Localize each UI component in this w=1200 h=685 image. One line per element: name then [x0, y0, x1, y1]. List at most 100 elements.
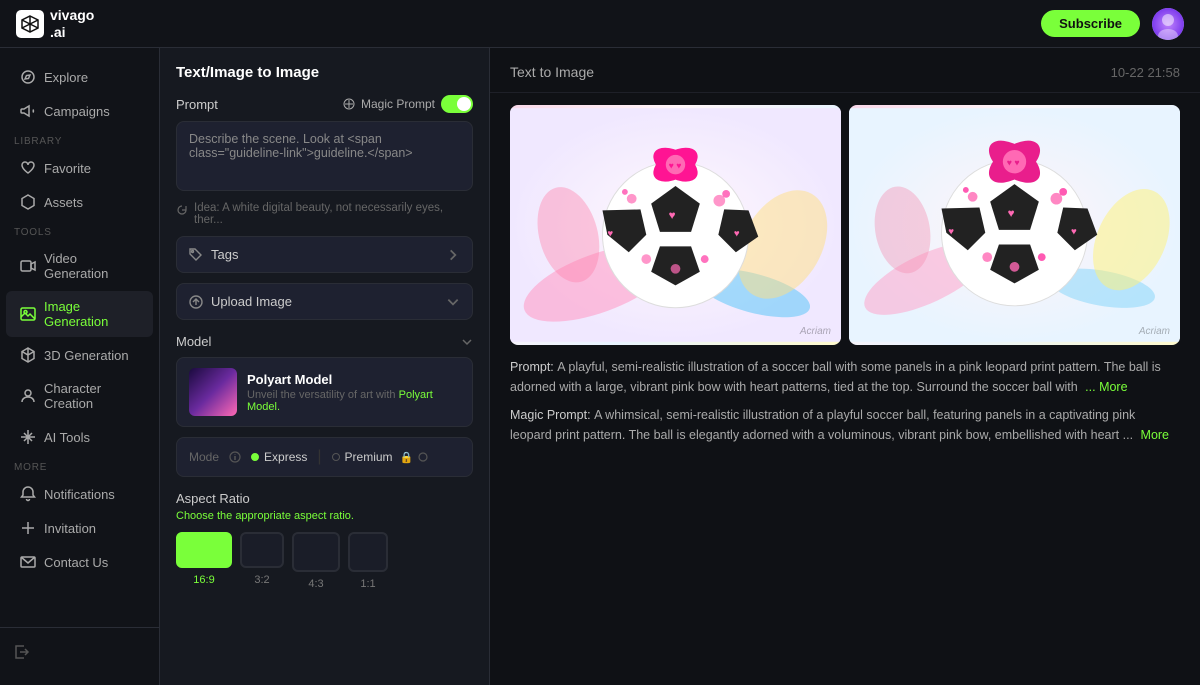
aspect-section: Aspect Ratio Choose the appropriate aspe…	[176, 491, 473, 590]
aspect-16-9[interactable]: 16:9	[176, 532, 232, 590]
topbar-right: Subscribe	[1041, 8, 1184, 40]
aspect-label-3-2: 3:2	[254, 574, 269, 586]
center-panel: Text/Image to Image Prompt Magic Prompt …	[160, 48, 490, 685]
sidebar-item-video-gen[interactable]: Video Generation	[6, 243, 153, 289]
right-panel: Text to Image 10-22 21:58	[490, 48, 1200, 685]
aspect-3-2[interactable]: 3:2	[240, 532, 284, 590]
sidebar-item-image-gen[interactable]: Image Generation	[6, 291, 153, 337]
premium-mode[interactable]: Premium 🔒	[332, 450, 429, 464]
sidebar-item-notifications[interactable]: Notifications	[6, 478, 153, 510]
express-mode[interactable]: Express	[251, 450, 307, 464]
model-art	[189, 368, 237, 416]
sidebar-label-contact: Contact Us	[44, 555, 108, 570]
soccer-ball-image-2: ♥ ♥ ♥ ♥ ♥	[849, 105, 1180, 345]
aspect-4-3[interactable]: 4:3	[292, 532, 340, 590]
topbar: vivago.ai Subscribe	[0, 0, 1200, 48]
idea-row: Idea: A white digital beauty, not necess…	[176, 202, 473, 226]
magic-more-link[interactable]: More	[1141, 428, 1169, 442]
avatar[interactable]	[1152, 8, 1184, 40]
model-thumbnail	[189, 368, 237, 416]
tags-label: Tags	[211, 247, 238, 262]
megaphone-icon	[20, 103, 36, 119]
sidebar-item-invitation[interactable]: Invitation	[6, 512, 153, 544]
aspect-box-3-2	[240, 532, 284, 568]
generated-image-2[interactable]: ♥ ♥ ♥ ♥ ♥ Acriam	[849, 105, 1180, 345]
magic-icon	[343, 98, 355, 110]
aspect-label-4-3: 4:3	[308, 578, 323, 590]
sparkle-icon	[20, 429, 36, 445]
user-icon	[20, 388, 36, 404]
model-info: Polyart Model Unveil the versatility of …	[247, 372, 460, 413]
svg-text:♥: ♥	[734, 229, 740, 240]
upload-image-button[interactable]: Upload Image	[176, 283, 473, 320]
chevron-down-icon	[446, 295, 460, 309]
sidebar-item-char-create[interactable]: Character Creation	[6, 373, 153, 419]
aspect-box-4-3	[292, 532, 340, 572]
prompt-description: Prompt: A playful, semi-realistic illust…	[510, 357, 1180, 397]
express-dot	[251, 453, 259, 461]
aspect-label-1-1: 1:1	[360, 578, 375, 590]
prompt-more-link[interactable]: ... More	[1085, 380, 1127, 394]
images-grid: ♥ ♥ ♥ ♥ ♥ Acriam	[490, 93, 1200, 357]
model-section: Model Polyart Model Unveil the versatili…	[176, 334, 473, 477]
sidebar-item-contact[interactable]: Contact Us	[6, 546, 153, 578]
magic-prompt-switch[interactable]	[441, 95, 473, 113]
tag-icon	[189, 248, 203, 262]
more-section-label: MORE	[0, 454, 159, 477]
prompt-text-section: Prompt: A playful, semi-realistic illust…	[490, 357, 1200, 461]
sidebar-label-assets: Assets	[44, 195, 83, 210]
magic-prompt-description: Magic Prompt: A whimsical, semi-realisti…	[510, 405, 1180, 445]
model-card[interactable]: Polyart Model Unveil the versatility of …	[176, 357, 473, 427]
mode-label: Mode	[189, 450, 219, 464]
aspect-title: Aspect Ratio	[176, 491, 473, 506]
heart-icon	[20, 160, 36, 176]
svg-text:♥: ♥	[1071, 227, 1077, 238]
model-name: Polyart Model	[247, 372, 460, 387]
sidebar-item-favorite[interactable]: Favorite	[6, 152, 153, 184]
aspect-grid: 16:9 3:2 4:3 1:1	[176, 532, 473, 590]
model-description: Unveil the versatility of art with Polya…	[247, 389, 460, 413]
tools-section-label: TOOLS	[0, 219, 159, 242]
svg-text:♥ ♥: ♥ ♥	[669, 161, 682, 171]
aspect-1-1[interactable]: 1:1	[348, 532, 388, 590]
prompt-textarea[interactable]: Describe the scene. Look at <span class=…	[176, 121, 473, 191]
model-section-title: Model	[176, 334, 211, 349]
sidebar-item-assets[interactable]: Assets	[6, 186, 153, 218]
sidebar-item-explore[interactable]: Explore	[6, 61, 153, 93]
subscribe-button[interactable]: Subscribe	[1041, 10, 1140, 37]
aspect-box-1-1	[348, 532, 388, 572]
upload-btn-left: Upload Image	[189, 294, 292, 309]
svg-text:♥ ♥: ♥ ♥	[1007, 158, 1020, 168]
logo-icon	[16, 10, 44, 38]
magic-prompt-toggle[interactable]: Magic Prompt	[343, 95, 473, 113]
sidebar-bottom	[0, 627, 159, 673]
logo: vivago.ai	[16, 7, 94, 41]
premium-dot	[332, 453, 340, 461]
tags-button[interactable]: Tags	[176, 236, 473, 273]
express-label: Express	[264, 450, 307, 464]
aspect-subtitle: Choose the appropriate aspect ratio.	[176, 510, 473, 522]
right-panel-header: Text to Image 10-22 21:58	[490, 48, 1200, 93]
model-desc-text: Unveil the versatility of art with	[247, 389, 399, 401]
sidebar-label-char-create: Character Creation	[44, 381, 139, 411]
compass-icon	[20, 69, 36, 85]
svg-text:♥: ♥	[669, 209, 676, 222]
model-chevron-icon	[461, 336, 473, 348]
prompt-prefix: Prompt:	[510, 360, 557, 374]
sidebar-item-ai-tools[interactable]: AI Tools	[6, 421, 153, 453]
collapse-button[interactable]	[0, 636, 159, 673]
aspect-label-16-9: 16:9	[193, 574, 214, 586]
generated-image-1[interactable]: ♥ ♥ ♥ ♥ ♥ Acriam	[510, 105, 841, 345]
prompt-header: Prompt Magic Prompt	[176, 95, 473, 113]
sidebar-item-campaigns[interactable]: Campaigns	[6, 95, 153, 127]
sidebar-label-image-gen: Image Generation	[44, 299, 139, 329]
magic-prefix: Magic Prompt:	[510, 408, 594, 422]
sidebar-label-ai-tools: AI Tools	[44, 430, 90, 445]
sidebar-label-explore: Explore	[44, 70, 88, 85]
cube-icon	[20, 347, 36, 363]
lock-icon: 🔒	[400, 451, 414, 464]
magic-prompt-label: Magic Prompt	[361, 97, 435, 111]
image-icon	[20, 306, 36, 322]
sidebar-item-3d-gen[interactable]: 3D Generation	[6, 339, 153, 371]
mail-icon	[20, 554, 36, 570]
